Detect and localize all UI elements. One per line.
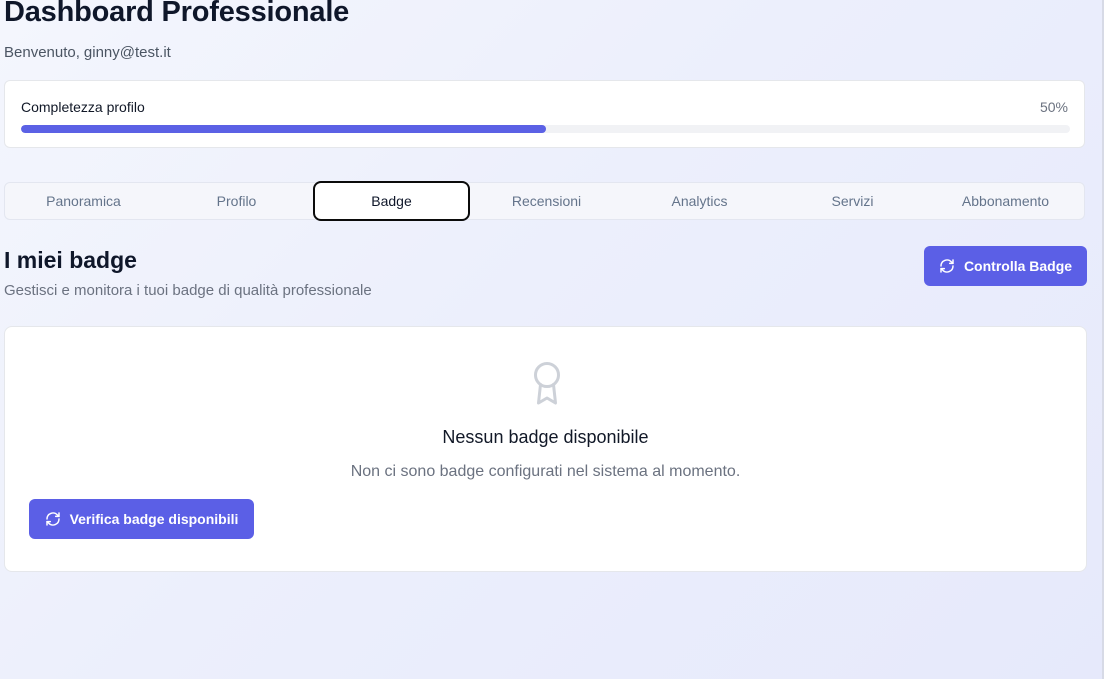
tab-analytics[interactable]: Analytics: [623, 182, 776, 220]
empty-state-title: Nessun badge disponibile: [442, 427, 649, 447]
tab-badge[interactable]: Badge: [313, 181, 470, 221]
tab-panoramica[interactable]: Panoramica: [7, 182, 160, 220]
page-title: Dashboard Professionale: [4, 0, 350, 28]
profile-progress-fill: [21, 125, 546, 133]
award-icon: [530, 360, 564, 406]
tab-servizi[interactable]: Servizi: [776, 182, 929, 220]
welcome-text: Benvenuto, ginny@test.it: [4, 44, 171, 61]
empty-state-text: Non ci sono badge configurati nel sistem…: [350, 463, 741, 480]
check-badges-label: Controlla Badge: [963, 258, 1073, 274]
welcome-prefix: Benvenuto,: [4, 44, 80, 61]
section-subtitle: Gestisci e monitora i tuoi badge di qual…: [4, 282, 372, 299]
verify-badges-label: Verifica badge disponibili: [69, 511, 239, 527]
check-badges-button[interactable]: Controlla Badge: [924, 246, 1087, 286]
profile-progress-bar: [21, 125, 1070, 133]
user-email: ginny@test.it: [83, 44, 171, 61]
profile-completion-card: Completezza profilo 50%: [4, 80, 1085, 148]
verify-badges-button[interactable]: Verifica badge disponibili: [29, 499, 254, 539]
tab-profilo[interactable]: Profilo: [160, 182, 313, 220]
tab-recensioni[interactable]: Recensioni: [470, 182, 623, 220]
refresh-icon: [939, 258, 955, 274]
dashboard-tabs: Panoramica Profilo Badge Recensioni Anal…: [4, 181, 1085, 221]
profile-completion-percent: 50%: [1039, 99, 1068, 115]
section-title: I miei badge: [4, 247, 137, 273]
refresh-icon: [45, 511, 61, 527]
tab-abbonamento[interactable]: Abbonamento: [929, 182, 1082, 220]
profile-completion-label: Completezza profilo: [21, 99, 145, 115]
